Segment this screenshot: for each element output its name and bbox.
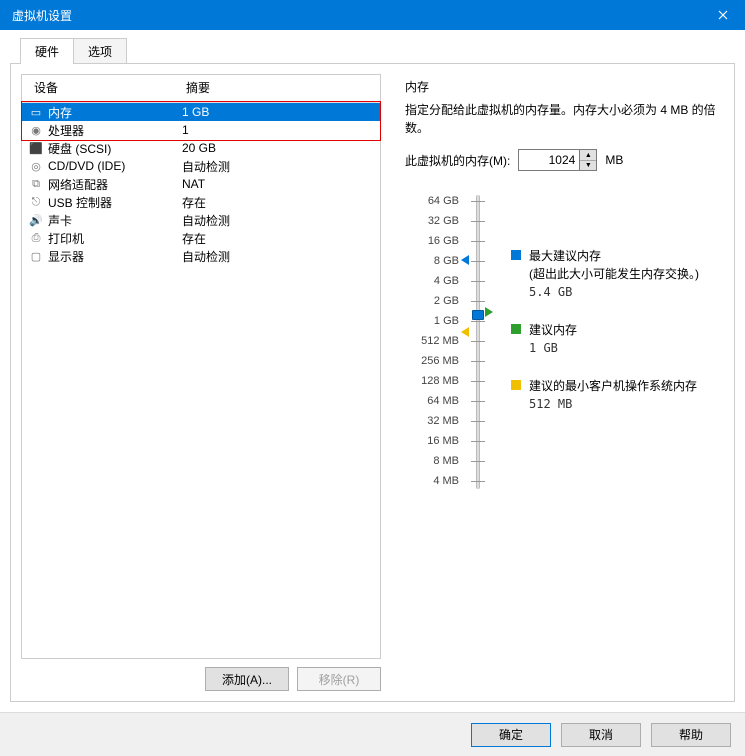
memory-heading: 内存 (405, 78, 720, 95)
memory-spinner[interactable]: ▲ ▼ (518, 149, 597, 171)
legend-max-value: 5.4 GB (529, 283, 699, 301)
device-summary: 1 GB (182, 105, 374, 119)
memory-unit: MB (605, 153, 623, 167)
device-icon: ⬛ (28, 140, 44, 156)
legend-square-min-icon (511, 380, 521, 390)
device-row[interactable]: ⎋USB 控制器存在 (22, 193, 380, 211)
scale-label: 128 MB (405, 371, 459, 391)
tab-options[interactable]: 选项 (73, 38, 127, 64)
device-name: 打印机 (48, 230, 182, 247)
device-name: CD/DVD (IDE) (48, 159, 182, 173)
legend-square-rec-icon (511, 324, 521, 334)
scale-label: 1 GB (405, 311, 459, 331)
memory-label: 此虚拟机的内存(M): (405, 152, 510, 169)
slider-thumb[interactable] (472, 310, 484, 320)
device-name: 显示器 (48, 248, 182, 265)
device-icon: ◉ (28, 122, 44, 138)
device-icon: ⎋ (28, 194, 44, 210)
marker-max-icon (461, 255, 469, 265)
scale-label: 16 GB (405, 231, 459, 251)
device-icon: ▢ (28, 248, 44, 264)
device-icon: 🔊 (28, 212, 44, 228)
device-summary: NAT (182, 177, 374, 191)
legend-min-label: 建议的最小客户机操作系统内存 (529, 377, 697, 395)
spinner-down-icon[interactable]: ▼ (580, 160, 596, 170)
legend-square-max-icon (511, 250, 521, 260)
window-title: 虚拟机设置 (12, 7, 700, 24)
legend-rec-value: 1 GB (529, 339, 577, 357)
scale-label: 8 MB (405, 451, 459, 471)
device-row[interactable]: ◉处理器1 (22, 121, 380, 139)
device-summary: 存在 (182, 194, 374, 211)
memory-slider[interactable] (465, 191, 491, 491)
device-row[interactable]: ▭内存1 GB (22, 103, 380, 121)
scale-label: 32 GB (405, 211, 459, 231)
scale-label: 512 MB (405, 331, 459, 351)
device-row[interactable]: ⧉网络适配器NAT (22, 175, 380, 193)
device-summary: 20 GB (182, 141, 374, 155)
close-icon[interactable] (700, 0, 745, 30)
scale-label: 4 GB (405, 271, 459, 291)
legend-max-label: 最大建议内存 (529, 247, 699, 265)
device-name: 声卡 (48, 212, 182, 229)
device-name: 网络适配器 (48, 176, 182, 193)
remove-button: 移除(R) (297, 667, 381, 691)
device-icon: ⎙ (28, 230, 44, 246)
device-row[interactable]: ⎙打印机存在 (22, 229, 380, 247)
device-summary: 自动检测 (182, 248, 374, 265)
column-header-summary: 摘要 (186, 79, 374, 96)
scale-label: 8 GB (405, 251, 459, 271)
device-summary: 1 (182, 123, 374, 137)
cancel-button[interactable]: 取消 (561, 723, 641, 747)
memory-input[interactable] (519, 150, 579, 170)
scale-label: 256 MB (405, 351, 459, 371)
add-button[interactable]: 添加(A)... (205, 667, 289, 691)
device-icon: ⧉ (28, 176, 44, 192)
legend-rec-label: 建议内存 (529, 321, 577, 339)
ok-button[interactable]: 确定 (471, 723, 551, 747)
device-name: 处理器 (48, 122, 182, 139)
device-row[interactable]: ◎ CD/DVD (IDE)自动检测 (22, 157, 380, 175)
device-row[interactable]: 🔊声卡自动检测 (22, 211, 380, 229)
legend-min-value: 512 MB (529, 395, 697, 413)
scale-label: 64 MB (405, 391, 459, 411)
device-summary: 自动检测 (182, 158, 374, 175)
device-name: 内存 (48, 104, 182, 121)
device-name: USB 控制器 (48, 194, 182, 211)
device-icon: ▭ (28, 104, 44, 120)
help-button[interactable]: 帮助 (651, 723, 731, 747)
scale-label: 64 GB (405, 191, 459, 211)
device-row[interactable]: ▢显示器自动检测 (22, 247, 380, 265)
legend-max-note: (超出此大小可能发生内存交换。) (529, 265, 699, 283)
device-icon: ◎ (28, 158, 44, 174)
scale-label: 2 GB (405, 291, 459, 311)
scale-label: 32 MB (405, 411, 459, 431)
scale-label: 16 MB (405, 431, 459, 451)
marker-recommended-icon (485, 307, 493, 317)
device-name: 硬盘 (SCSI) (48, 140, 182, 157)
device-summary: 自动检测 (182, 212, 374, 229)
device-row[interactable]: ⬛硬盘 (SCSI)20 GB (22, 139, 380, 157)
spinner-up-icon[interactable]: ▲ (580, 150, 596, 160)
device-summary: 存在 (182, 230, 374, 247)
scale-label: 4 MB (405, 471, 459, 491)
memory-description: 指定分配给此虚拟机的内存量。内存大小必须为 4 MB 的倍数。 (405, 101, 720, 137)
marker-min-icon (461, 327, 469, 337)
column-header-device: 设备 (28, 79, 186, 96)
tab-hardware[interactable]: 硬件 (20, 38, 74, 64)
